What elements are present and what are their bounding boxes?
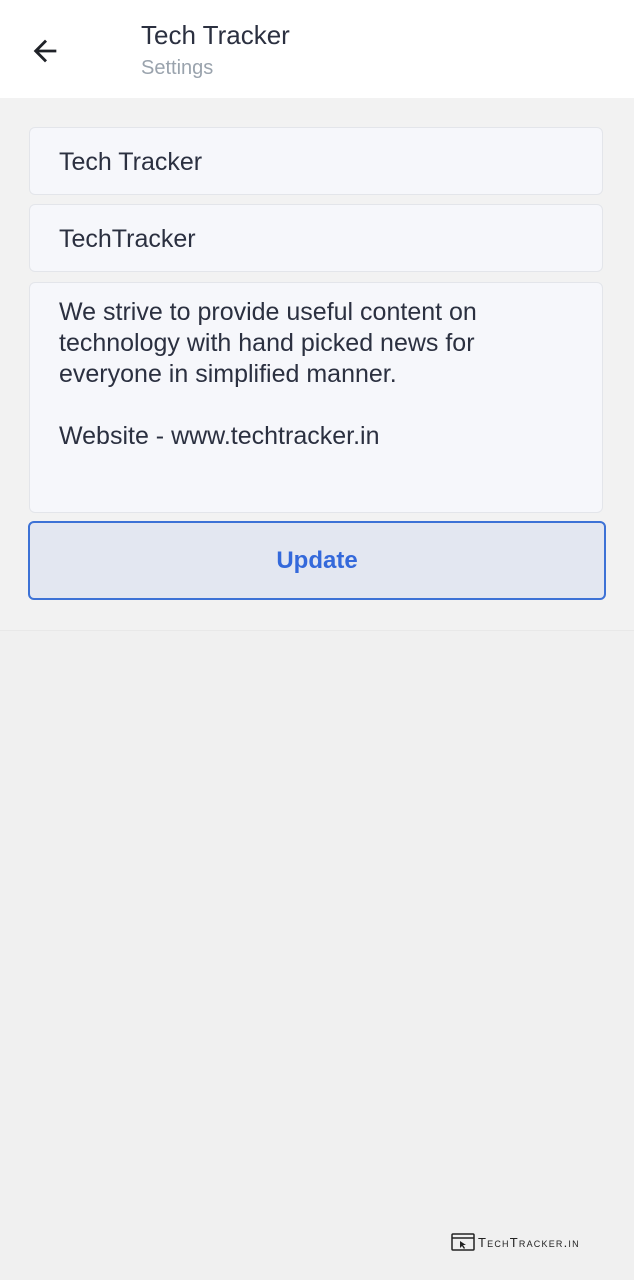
app-bar: Tech Tracker Settings bbox=[0, 0, 634, 98]
watermark: TechTracker.in bbox=[451, 1233, 580, 1251]
page-title: Tech Tracker bbox=[141, 20, 290, 50]
watermark-text: TechTracker.in bbox=[478, 1234, 580, 1250]
browser-cursor-icon bbox=[451, 1233, 475, 1251]
back-button[interactable] bbox=[22, 28, 68, 74]
name-field[interactable]: Tech Tracker bbox=[29, 127, 603, 195]
settings-form: Tech Tracker TechTracker We strive to pr… bbox=[0, 98, 634, 631]
username-field[interactable]: TechTracker bbox=[29, 204, 603, 272]
update-button[interactable]: Update bbox=[28, 521, 606, 600]
bio-field[interactable]: We strive to provide useful content on t… bbox=[29, 282, 603, 513]
page-subtitle: Settings bbox=[141, 57, 214, 79]
arrow-left-icon bbox=[33, 39, 57, 63]
